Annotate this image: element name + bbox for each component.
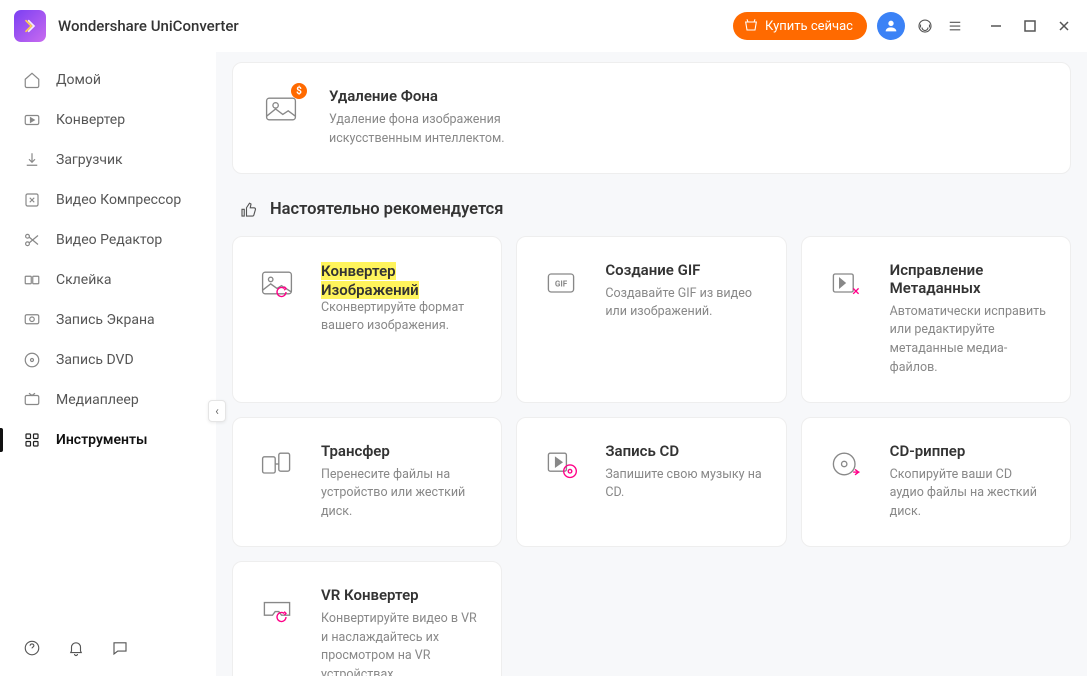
sidebar-item-downloader[interactable]: Загрузчик [0,140,216,180]
sidebar: Домой Конвертер Загрузчик Видео Компресс… [0,52,216,676]
hero-card-bg-remove[interactable]: $ Удаление Фона Удаление фона изображени… [232,62,1071,174]
sidebar-item-home[interactable]: Домой [0,60,216,100]
card-title: Конвертер Изображений [321,262,419,299]
merge-icon [22,270,42,290]
download-icon [22,150,42,170]
vr-icon [255,586,299,630]
card-desc: Автоматически исправить или редактируйте… [890,303,1048,378]
card-title: CD-риппер [890,442,1048,460]
sidebar-item-tools[interactable]: Инструменты [0,420,216,460]
account-avatar[interactable] [877,12,905,40]
sidebar-item-compressor[interactable]: Видео Компрессор [0,180,216,220]
sidebar-item-merge[interactable]: Склейка [0,260,216,300]
card-cd-ripper[interactable]: CD-риппер Скопируйте ваши CD аудио файлы… [801,417,1071,547]
svg-text:GIF: GIF [555,278,568,288]
sidebar-item-label: Запись Экрана [56,312,155,328]
sidebar-item-label: Запись DVD [56,352,134,368]
cd-burn-icon [539,442,583,486]
card-title: Запись CD [605,442,763,460]
help-icon[interactable] [22,638,42,658]
card-title: VR Конвертер [321,586,479,604]
main-content: $ Удаление Фона Удаление фона изображени… [216,52,1087,676]
card-desc: Запишите свою музыку на CD. [605,466,763,504]
card-desc: Создавайте GIF из видео или изображений. [605,285,763,323]
buy-now-button[interactable]: Купить сейчас [733,12,867,40]
card-vr-converter[interactable]: VR Конвертер Конвертируйте видео в VR и … [232,561,502,676]
screen-record-icon [22,310,42,330]
bell-icon[interactable] [66,638,86,658]
window-minimize-button[interactable] [987,17,1005,35]
card-transfer[interactable]: Трансфер Перенесите файлы на устройство … [232,417,502,547]
support-icon[interactable] [915,16,935,36]
card-metadata-fix[interactable]: Исправление Метаданных Автоматически исп… [801,236,1071,403]
sidebar-item-label: Видео Редактор [56,232,162,248]
dollar-badge-icon: $ [291,83,307,99]
gif-icon: GIF [539,261,583,305]
sidebar-item-label: Медиаплеер [56,392,139,408]
metadata-icon [824,261,868,305]
app-logo [14,10,46,42]
sidebar-item-editor[interactable]: Видео Редактор [0,220,216,260]
card-image-converter[interactable]: Конвертер Изображений Сконвертируйте фор… [232,236,502,403]
section-header: Настоятельно рекомендуется [238,200,1071,220]
sidebar-item-label: Склейка [56,272,111,288]
card-desc: Конвертируйте видео в VR и наслаждайтесь… [321,610,479,676]
titlebar: Wondershare UniConverter Купить сейчас [0,0,1087,52]
card-gif-maker[interactable]: GIF Создание GIF Создавайте GIF из видео… [516,236,786,403]
thumbs-up-icon [238,200,258,220]
card-desc: Сконвертируйте формат вашего изображения… [321,299,479,337]
transfer-icon [255,442,299,486]
section-title: Настоятельно рекомендуется [270,200,503,219]
sidebar-item-label: Домой [56,72,101,88]
card-cd-burn[interactable]: Запись CD Запишите свою музыку на CD. [516,417,786,547]
window-close-button[interactable] [1055,17,1073,35]
converter-icon [22,110,42,130]
card-title: Трансфер [321,442,479,460]
disc-icon [22,350,42,370]
card-title: Создание GIF [605,261,763,279]
image-convert-icon [255,261,299,305]
sidebar-item-player[interactable]: Медиаплеер [0,380,216,420]
feedback-icon[interactable] [110,638,130,658]
home-icon [22,70,42,90]
sidebar-item-screenrec[interactable]: Запись Экрана [0,300,216,340]
card-desc: Скопируйте ваши CD аудио файлы на жестки… [890,466,1048,522]
sidebar-item-dvd[interactable]: Запись DVD [0,340,216,380]
sidebar-collapse-button[interactable]: ‹ [208,400,226,422]
window-maximize-button[interactable] [1021,17,1039,35]
hero-desc: Удаление фона изображения искусственным … [329,111,509,149]
app-title: Wondershare UniConverter [58,17,239,35]
buy-now-label: Купить сейчас [765,19,853,34]
card-title: Исправление Метаданных [890,261,1048,297]
image-bg-remove-icon: $ [259,87,303,131]
tools-icon [22,430,42,450]
compressor-icon [22,190,42,210]
sidebar-item-label: Конвертер [56,112,125,128]
menu-icon[interactable] [945,16,965,36]
sidebar-item-converter[interactable]: Конвертер [0,100,216,140]
cd-ripper-icon [824,442,868,486]
sidebar-item-label: Загрузчик [56,152,123,168]
hero-title: Удаление Фона [329,87,509,105]
scissors-icon [22,230,42,250]
sidebar-item-label: Инструменты [56,432,147,448]
tv-icon [22,390,42,410]
sidebar-item-label: Видео Компрессор [56,192,181,208]
card-desc: Перенесите файлы на устройство или жестк… [321,466,479,522]
